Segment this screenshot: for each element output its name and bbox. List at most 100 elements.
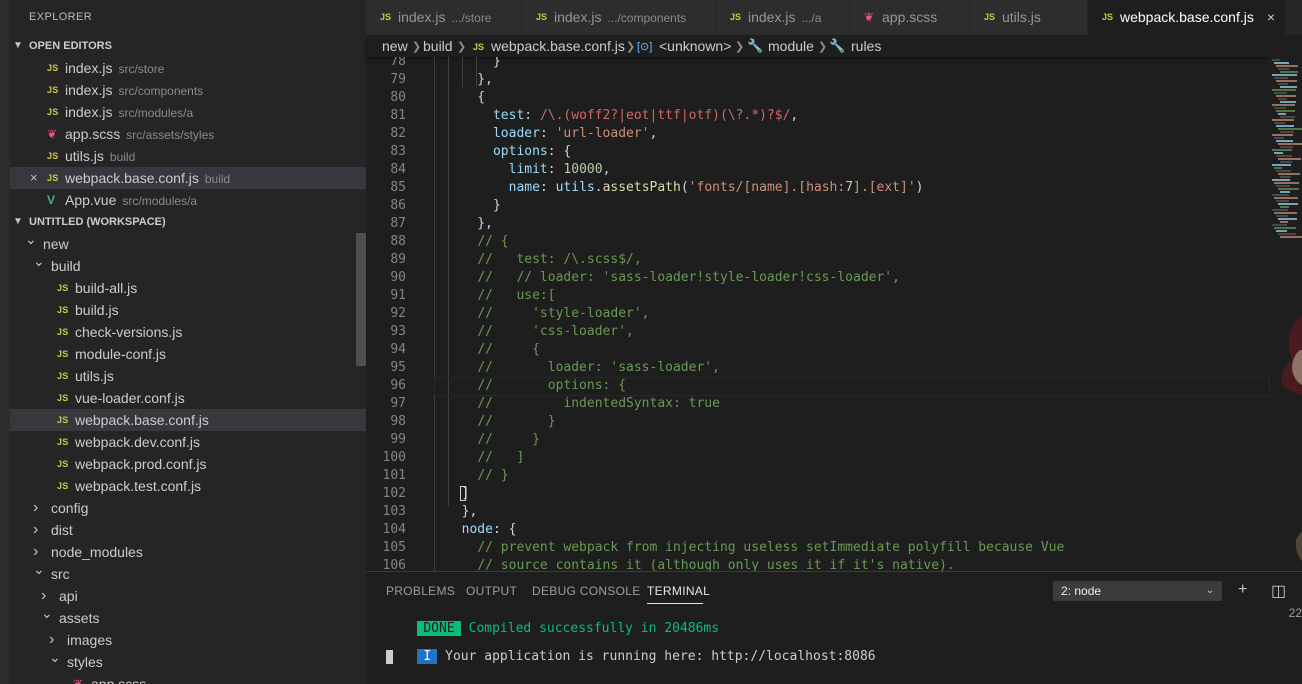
tree-item[interactable]: JS build-all.js: [10, 277, 366, 299]
tab-index-js[interactable]: JS index.js .../a: [716, 0, 850, 35]
js-file-icon: JS: [984, 12, 996, 22]
workspace-header[interactable]: ▼ UNTITLED (WORKSPACE): [10, 211, 366, 233]
minimap-line: [1280, 116, 1295, 118]
line-number: 100: [382, 450, 406, 465]
code-line: 84 limit: 10000,: [366, 161, 1270, 179]
open-editor-item[interactable]: JS index.js src/store: [10, 57, 366, 79]
tree-item[interactable]: JS webpack.dev.conf.js: [10, 431, 366, 453]
open-editor-name: index.js src/components: [65, 79, 203, 102]
code-text: name: utils.assetsPath('fonts/[name].[ha…: [508, 180, 924, 195]
line-number: 97: [390, 396, 406, 411]
file-name: App.vue: [65, 192, 117, 208]
tree-item[interactable]: ⌄ styles: [10, 649, 366, 673]
tab-file-name: index.js: [748, 9, 796, 25]
tree-item[interactable]: › config: [10, 497, 366, 519]
tree-item[interactable]: JS utils.js: [10, 365, 366, 387]
breadcrumb-item-file[interactable]: webpack.base.conf.js: [491, 35, 625, 57]
js-file-icon: JS: [57, 437, 69, 447]
open-editor-item[interactable]: JS index.js src/modules/a: [10, 101, 366, 123]
editor-tabs: JS index.js .../store JS index.js .../compone…: [366, 0, 1302, 35]
tab-utils-js[interactable]: JS utils.js: [970, 0, 1088, 35]
sidebar-scrollbar[interactable]: [356, 233, 366, 366]
tree-item[interactable]: JS check-versions.js: [10, 321, 366, 343]
file-path: build: [109, 150, 136, 164]
minimap-line: [1278, 113, 1286, 115]
minimap-line: [1274, 62, 1289, 64]
minimap-line: [1278, 173, 1300, 175]
tab-debug-console[interactable]: DEBUG CONSOLE: [532, 584, 641, 598]
minimap-line: [1276, 185, 1290, 187]
tab-webpack-base-conf-js[interactable]: JS webpack.base.conf.js ×: [1088, 0, 1286, 35]
tab-terminal[interactable]: TERMINAL: [647, 584, 710, 598]
tree-item[interactable]: JS module-conf.js: [10, 343, 366, 365]
tab-label: webpack.base.conf.js: [1120, 0, 1254, 35]
tab-app-scss[interactable]: ❦ app.scss: [850, 0, 970, 35]
code-text: // options: {: [477, 378, 627, 393]
minimap-line: [1280, 146, 1293, 148]
tab-file-name: webpack.base.conf.js: [1120, 9, 1254, 25]
tree-item[interactable]: ❦ app.scss: [10, 673, 366, 684]
close-icon[interactable]: ×: [30, 167, 38, 189]
minimap-line: [1280, 131, 1294, 133]
tree-item[interactable]: › images: [10, 629, 366, 651]
file-name: webpack.dev.conf.js: [75, 434, 201, 450]
open-editor-item[interactable]: ❦ app.scss src/assets/styles: [10, 123, 366, 145]
minimap-line: [1272, 104, 1295, 106]
code-line: 105 // prevent webpack from injecting us…: [366, 539, 1270, 557]
tree-item[interactable]: ⌄ new: [10, 231, 366, 255]
tree-item[interactable]: ⌄ assets: [10, 605, 366, 629]
minimap-line: [1274, 152, 1283, 154]
tab-index-js[interactable]: JS index.js .../store: [366, 0, 522, 35]
line-number: 91: [390, 288, 406, 303]
split-terminal-icon[interactable]: ◫: [1271, 581, 1286, 601]
open-editor-item[interactable]: V App.vue src/modules/a: [10, 189, 366, 211]
code-line: 91 // use:[: [366, 287, 1270, 305]
plus-icon[interactable]: +: [1238, 581, 1247, 599]
open-editors-header[interactable]: ▼ OPEN EDITORS: [10, 35, 366, 57]
chevron-down-icon: ⌄: [49, 649, 61, 665]
breadcrumb-item-unknown[interactable]: <unknown>: [659, 35, 731, 57]
chevron-right-icon: ❯: [457, 41, 467, 53]
file-name: index.js: [65, 104, 113, 120]
code-line: 81 test: /\.(woff2?|eot|ttf|otf)(\?.*)?$…: [366, 107, 1270, 125]
tree-item[interactable]: ⌄ build: [10, 253, 366, 277]
tree-item[interactable]: JS webpack.prod.conf.js: [10, 453, 366, 475]
js-file-icon: JS: [380, 12, 392, 22]
tab-label: utils.js: [1002, 0, 1041, 35]
file-name: utils.js: [75, 368, 114, 384]
breadcrumb-item-build[interactable]: build: [423, 35, 453, 57]
line-number: 93: [390, 324, 406, 339]
code-text: },: [446, 504, 478, 519]
breadcrumb: new ❯ build ❯ JS webpack.base.conf.js ❯ …: [366, 35, 1302, 57]
tree-item[interactable]: › api: [10, 585, 366, 607]
js-file-icon: JS: [57, 415, 69, 425]
open-editor-item[interactable]: JS index.js src/components: [10, 79, 366, 101]
tab-index-js[interactable]: JS index.js .../components: [522, 0, 716, 35]
breadcrumb-item-new[interactable]: new: [382, 35, 408, 57]
tree-item[interactable]: JS webpack.base.conf.js: [10, 409, 366, 431]
code-line: 106 // source contains it (although only…: [366, 557, 1270, 571]
open-editor-item[interactable]: × JS webpack.base.conf.js build: [10, 167, 366, 189]
workspace-label: UNTITLED (WORKSPACE): [29, 216, 166, 228]
tree-item[interactable]: › dist: [10, 519, 366, 541]
minimap-line: [1272, 134, 1293, 136]
tree-item[interactable]: JS build.js: [10, 299, 366, 321]
close-icon[interactable]: ×: [1267, 0, 1275, 35]
minimap-line: [1272, 224, 1287, 226]
tree-item[interactable]: JS vue-loader.conf.js: [10, 387, 366, 409]
code-editor[interactable]: 78 } 79 }, 80 {81 test: /\.(woff2?|eot|ttf…: [366, 57, 1270, 571]
minimap-line: [1278, 218, 1297, 220]
breadcrumb-item-rules[interactable]: rules: [851, 35, 881, 57]
tree-item[interactable]: ⌄ src: [10, 561, 366, 585]
tab-output[interactable]: OUTPUT: [466, 584, 517, 598]
folder-name: new: [43, 236, 69, 252]
tree-item[interactable]: › node_modules: [10, 541, 366, 563]
code-line: 82 loader: 'url-loader',: [366, 125, 1270, 143]
tree-item[interactable]: JS webpack.test.conf.js: [10, 475, 366, 497]
folder-name: config: [51, 500, 89, 516]
terminal-select[interactable]: 2: node ⌄: [1053, 581, 1222, 601]
code-line: 79 },: [366, 71, 1270, 89]
open-editor-item[interactable]: JS utils.js build: [10, 145, 366, 167]
tab-problems[interactable]: PROBLEMS: [386, 584, 455, 598]
breadcrumb-item-module[interactable]: module: [768, 35, 814, 57]
